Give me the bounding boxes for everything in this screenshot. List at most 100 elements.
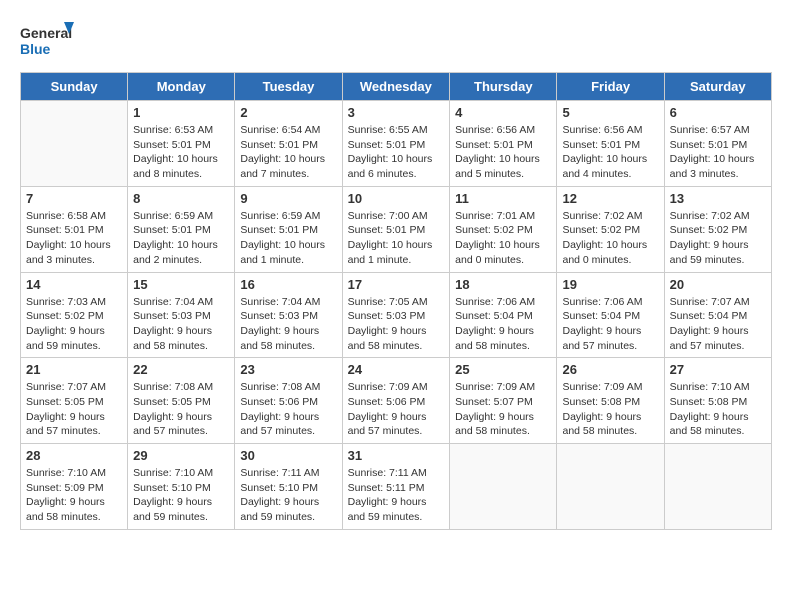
cell-info: and 58 minutes. — [670, 424, 766, 439]
day-cell-4: 4Sunrise: 6:56 AMSunset: 5:01 PMDaylight… — [450, 101, 557, 187]
day-cell-20: 20Sunrise: 7:07 AMSunset: 5:04 PMDayligh… — [664, 272, 771, 358]
cell-info: and 59 minutes. — [348, 510, 445, 525]
cell-info: and 5 minutes. — [455, 167, 551, 182]
cell-info: Daylight: 9 hours — [240, 324, 336, 339]
cell-info: Sunrise: 7:08 AM — [133, 380, 229, 395]
cell-info: Daylight: 10 hours — [133, 152, 229, 167]
day-cell-9: 9Sunrise: 6:59 AMSunset: 5:01 PMDaylight… — [235, 186, 342, 272]
day-number: 24 — [348, 362, 445, 377]
cell-info: and 59 minutes. — [26, 339, 122, 354]
cell-info: Daylight: 9 hours — [133, 410, 229, 425]
cell-info: Sunset: 5:06 PM — [240, 395, 336, 410]
cell-info: Sunrise: 7:09 AM — [348, 380, 445, 395]
cell-info: Sunrise: 6:59 AM — [240, 209, 336, 224]
cell-info: Sunset: 5:03 PM — [348, 309, 445, 324]
cell-info: Sunrise: 7:07 AM — [26, 380, 122, 395]
cell-info: Daylight: 9 hours — [670, 410, 766, 425]
cell-info: and 59 minutes. — [670, 253, 766, 268]
cell-info: Sunset: 5:01 PM — [133, 138, 229, 153]
day-number: 9 — [240, 191, 336, 206]
week-row-1: 1Sunrise: 6:53 AMSunset: 5:01 PMDaylight… — [21, 101, 772, 187]
cell-info: Sunset: 5:01 PM — [348, 138, 445, 153]
cell-info: Sunrise: 6:57 AM — [670, 123, 766, 138]
cell-info: Daylight: 10 hours — [670, 152, 766, 167]
cell-info: Sunrise: 6:59 AM — [133, 209, 229, 224]
cell-info: Sunset: 5:07 PM — [455, 395, 551, 410]
day-number: 15 — [133, 277, 229, 292]
day-cell-24: 24Sunrise: 7:09 AMSunset: 5:06 PMDayligh… — [342, 358, 450, 444]
cell-info: Sunset: 5:01 PM — [133, 223, 229, 238]
cell-info: and 58 minutes. — [348, 339, 445, 354]
cell-info: Sunrise: 7:03 AM — [26, 295, 122, 310]
day-cell-11: 11Sunrise: 7:01 AMSunset: 5:02 PMDayligh… — [450, 186, 557, 272]
cell-info: Daylight: 10 hours — [562, 238, 658, 253]
cell-info: Daylight: 10 hours — [348, 152, 445, 167]
day-number: 12 — [562, 191, 658, 206]
day-number: 6 — [670, 105, 766, 120]
day-cell-13: 13Sunrise: 7:02 AMSunset: 5:02 PMDayligh… — [664, 186, 771, 272]
cell-info: Sunrise: 7:00 AM — [348, 209, 445, 224]
cell-info: Daylight: 9 hours — [562, 410, 658, 425]
day-cell-23: 23Sunrise: 7:08 AMSunset: 5:06 PMDayligh… — [235, 358, 342, 444]
day-cell-30: 30Sunrise: 7:11 AMSunset: 5:10 PMDayligh… — [235, 444, 342, 530]
logo: General Blue — [20, 20, 75, 62]
cell-info: Sunset: 5:05 PM — [133, 395, 229, 410]
cell-info: Sunrise: 7:06 AM — [562, 295, 658, 310]
day-number: 30 — [240, 448, 336, 463]
week-row-4: 21Sunrise: 7:07 AMSunset: 5:05 PMDayligh… — [21, 358, 772, 444]
day-cell-31: 31Sunrise: 7:11 AMSunset: 5:11 PMDayligh… — [342, 444, 450, 530]
cell-info: Sunrise: 7:10 AM — [670, 380, 766, 395]
day-number: 18 — [455, 277, 551, 292]
day-cell-22: 22Sunrise: 7:08 AMSunset: 5:05 PMDayligh… — [128, 358, 235, 444]
cell-info: Daylight: 10 hours — [455, 152, 551, 167]
cell-info: Daylight: 9 hours — [455, 410, 551, 425]
cell-info: and 1 minute. — [240, 253, 336, 268]
cell-info: Sunset: 5:01 PM — [26, 223, 122, 238]
cell-info: Daylight: 9 hours — [26, 495, 122, 510]
day-cell-8: 8Sunrise: 6:59 AMSunset: 5:01 PMDaylight… — [128, 186, 235, 272]
cell-info: Daylight: 9 hours — [240, 410, 336, 425]
day-cell-7: 7Sunrise: 6:58 AMSunset: 5:01 PMDaylight… — [21, 186, 128, 272]
cell-info: Sunset: 5:10 PM — [240, 481, 336, 496]
cell-info: Sunrise: 7:09 AM — [455, 380, 551, 395]
cell-info: Sunrise: 6:56 AM — [455, 123, 551, 138]
cell-info: and 0 minutes. — [562, 253, 658, 268]
weekday-header-sunday: Sunday — [21, 73, 128, 101]
cell-info: Sunrise: 6:55 AM — [348, 123, 445, 138]
svg-text:Blue: Blue — [20, 41, 51, 57]
day-number: 21 — [26, 362, 122, 377]
cell-info: Sunrise: 6:53 AM — [133, 123, 229, 138]
day-number: 25 — [455, 362, 551, 377]
cell-info: Daylight: 10 hours — [133, 238, 229, 253]
cell-info: and 58 minutes. — [240, 339, 336, 354]
cell-info: and 58 minutes. — [455, 424, 551, 439]
svg-text:General: General — [20, 25, 72, 41]
cell-info: Sunrise: 7:11 AM — [240, 466, 336, 481]
cell-info: Sunset: 5:04 PM — [455, 309, 551, 324]
cell-info: Daylight: 9 hours — [670, 238, 766, 253]
cell-info: Sunrise: 7:01 AM — [455, 209, 551, 224]
day-number: 13 — [670, 191, 766, 206]
cell-info: Sunset: 5:03 PM — [240, 309, 336, 324]
cell-info: Sunrise: 7:05 AM — [348, 295, 445, 310]
cell-info: Daylight: 10 hours — [240, 238, 336, 253]
cell-info: Sunrise: 7:02 AM — [670, 209, 766, 224]
day-cell-6: 6Sunrise: 6:57 AMSunset: 5:01 PMDaylight… — [664, 101, 771, 187]
day-cell-1: 1Sunrise: 6:53 AMSunset: 5:01 PMDaylight… — [128, 101, 235, 187]
cell-info: and 58 minutes. — [562, 424, 658, 439]
cell-info: Sunrise: 7:11 AM — [348, 466, 445, 481]
day-cell-14: 14Sunrise: 7:03 AMSunset: 5:02 PMDayligh… — [21, 272, 128, 358]
day-cell-18: 18Sunrise: 7:06 AMSunset: 5:04 PMDayligh… — [450, 272, 557, 358]
day-cell-21: 21Sunrise: 7:07 AMSunset: 5:05 PMDayligh… — [21, 358, 128, 444]
cell-info: Sunrise: 7:07 AM — [670, 295, 766, 310]
cell-info: and 57 minutes. — [133, 424, 229, 439]
weekday-header-monday: Monday — [128, 73, 235, 101]
cell-info: Sunset: 5:06 PM — [348, 395, 445, 410]
day-cell-3: 3Sunrise: 6:55 AMSunset: 5:01 PMDaylight… — [342, 101, 450, 187]
day-cell-5: 5Sunrise: 6:56 AMSunset: 5:01 PMDaylight… — [557, 101, 664, 187]
cell-info: Sunset: 5:01 PM — [562, 138, 658, 153]
cell-info: Daylight: 9 hours — [562, 324, 658, 339]
day-cell-17: 17Sunrise: 7:05 AMSunset: 5:03 PMDayligh… — [342, 272, 450, 358]
cell-info: Sunrise: 6:56 AM — [562, 123, 658, 138]
week-row-5: 28Sunrise: 7:10 AMSunset: 5:09 PMDayligh… — [21, 444, 772, 530]
